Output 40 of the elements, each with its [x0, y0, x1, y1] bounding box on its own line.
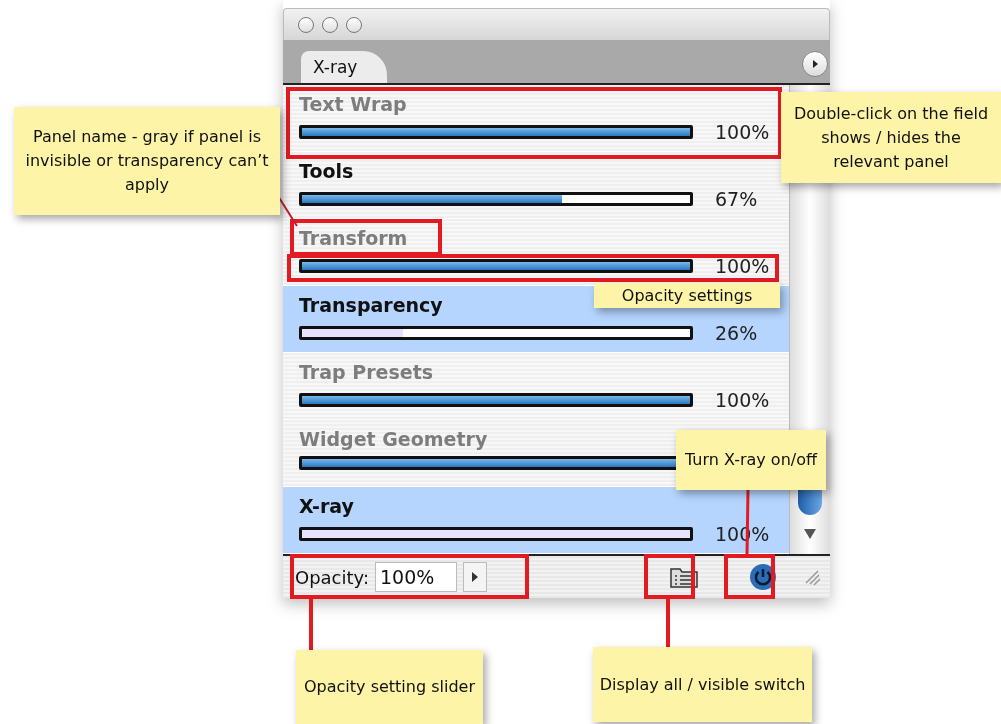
opacity-value: 100% — [715, 389, 770, 411]
panel-row[interactable]: Text Wrap 100% — [283, 85, 790, 152]
opacity-slider[interactable] — [299, 326, 693, 340]
panel-name: Transform — [299, 227, 408, 249]
opacity-value: 100% — [715, 121, 770, 143]
leader-line — [277, 195, 298, 227]
opacity-slider[interactable] — [299, 192, 693, 206]
play-icon — [471, 571, 479, 583]
panel-name: Tools — [299, 160, 354, 182]
panel-menu-button[interactable] — [802, 51, 828, 77]
panel-name: X-ray — [299, 495, 354, 517]
opacity-label: Opacity: — [295, 566, 369, 588]
minimize-button[interactable] — [322, 16, 338, 33]
leader-line — [666, 598, 670, 647]
highlight-box — [644, 554, 695, 599]
callout-tooltip: Double-click on the field shows / hides the relevant panel — [781, 92, 1001, 183]
scroll-down-icon[interactable] — [803, 528, 818, 540]
panel-name: Text Wrap — [299, 93, 407, 115]
zoom-button[interactable] — [346, 16, 362, 33]
panel-name: Trap Presets — [299, 361, 434, 383]
callout-tooltip: Panel name - gray if panel is invisible or transparency can’t apply — [14, 107, 280, 215]
opacity-value: 26% — [715, 322, 758, 344]
panel-row[interactable]: Tools 67% — [283, 152, 790, 219]
opacity-value: 67% — [715, 188, 758, 210]
callout-tooltip: Display all / visible switch — [593, 647, 812, 722]
leader-line — [309, 598, 313, 650]
close-button[interactable] — [298, 16, 314, 33]
panel-row[interactable]: Trap Presets 100% — [283, 353, 790, 420]
panel-tab[interactable]: X-ray — [301, 51, 388, 83]
play-icon — [810, 59, 820, 69]
callout-tooltip: Opacity settings — [594, 283, 780, 308]
panel-name: Transparency — [299, 294, 443, 316]
callout-tooltip: Opacity setting slider — [296, 650, 483, 724]
opacity-slider-button[interactable] — [463, 562, 487, 592]
power-icon — [748, 563, 777, 591]
callout-tooltip: Turn X-ray on/off — [676, 430, 826, 490]
panel-name: Widget Geometry — [299, 428, 488, 450]
opacity-input[interactable]: 100% — [375, 562, 457, 592]
opacity-value: 100% — [715, 255, 770, 277]
highlight-box — [724, 554, 775, 599]
